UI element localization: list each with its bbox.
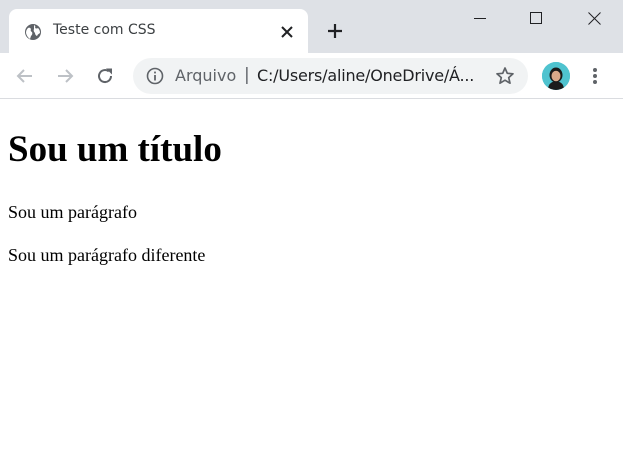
url-text[interactable]: C:/Users/aline/OneDrive/Á... bbox=[257, 66, 474, 85]
avatar[interactable] bbox=[542, 62, 570, 90]
reload-icon[interactable] bbox=[91, 62, 119, 90]
tab-close-icon[interactable] bbox=[277, 22, 297, 42]
browser-toolbar: Arquivo | C:/Users/aline/OneDrive/Á... bbox=[0, 53, 623, 99]
menu-kebab-icon[interactable] bbox=[583, 62, 607, 90]
address-separator: | bbox=[244, 65, 250, 85]
tab-strip: Teste com CSS bbox=[0, 0, 623, 53]
star-icon[interactable] bbox=[495, 66, 515, 86]
security-label[interactable]: Arquivo bbox=[175, 66, 236, 85]
page-heading: Sou um título bbox=[8, 129, 222, 170]
globe-icon bbox=[24, 23, 42, 41]
page-content: Sou um título Sou um parágrafo Sou um pa… bbox=[0, 99, 623, 476]
info-icon[interactable] bbox=[146, 67, 164, 85]
close-icon[interactable] bbox=[565, 0, 623, 36]
minimize-icon[interactable] bbox=[451, 0, 509, 36]
back-arrow-icon[interactable] bbox=[11, 62, 39, 90]
address-bar[interactable]: Arquivo | C:/Users/aline/OneDrive/Á... bbox=[133, 58, 528, 94]
browser-window: Teste com CSS Arquivo | C:/Users/aline/O… bbox=[0, 0, 623, 476]
forward-arrow-icon[interactable] bbox=[51, 62, 79, 90]
paragraph: Sou um parágrafo bbox=[8, 202, 137, 222]
active-tab[interactable]: Teste com CSS bbox=[9, 9, 308, 53]
maximize-icon[interactable] bbox=[507, 0, 565, 36]
paragraph: Sou um parágrafo diferente bbox=[8, 245, 206, 265]
new-tab-icon[interactable] bbox=[323, 19, 347, 43]
tab-title: Teste com CSS bbox=[53, 22, 156, 38]
